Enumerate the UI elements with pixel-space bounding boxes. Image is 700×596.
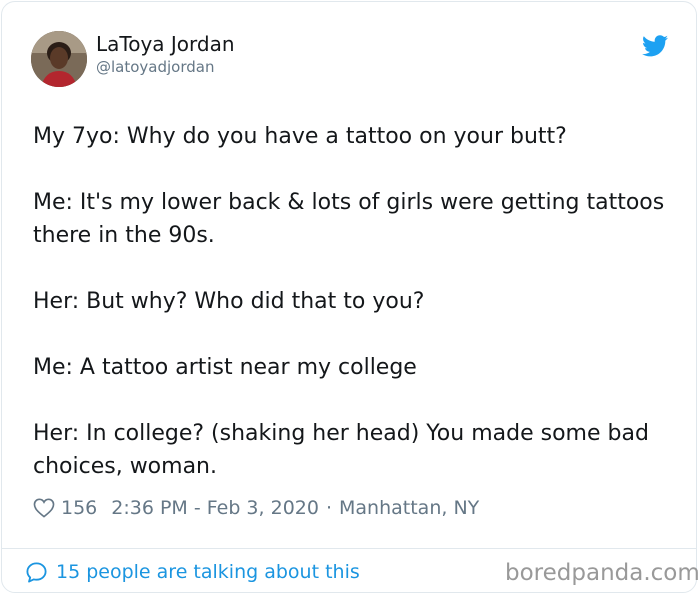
tweet-meta: 156 2:36 PM - Feb 3, 2020 · Manhattan, N… bbox=[33, 494, 479, 522]
avatar-image bbox=[31, 31, 87, 87]
divider bbox=[1, 548, 696, 549]
author-handle[interactable]: @latoyadjordan bbox=[96, 58, 214, 76]
twitter-bird-icon[interactable] bbox=[642, 35, 668, 57]
heart-icon[interactable] bbox=[33, 498, 55, 518]
tweet-paragraph: Me: It's my lower back & lots of girls w… bbox=[33, 190, 665, 248]
watermark: boredpanda.com bbox=[505, 560, 700, 586]
avatar[interactable] bbox=[31, 31, 87, 87]
location[interactable]: Manhattan, NY bbox=[339, 497, 479, 519]
conversation-link[interactable]: 15 people are talking about this bbox=[25, 558, 360, 586]
speech-bubble-icon bbox=[26, 561, 47, 583]
tweet-paragraph: Her: But why? Who did that to you? bbox=[33, 289, 425, 314]
tweet-paragraph: Her: In college? (shaking her head) You … bbox=[33, 421, 649, 479]
meta-separator: · bbox=[325, 497, 333, 519]
conversation-link-label: 15 people are talking about this bbox=[56, 561, 360, 583]
author-name[interactable]: LaToya Jordan bbox=[96, 32, 235, 56]
tweet-paragraph: Me: A tattoo artist near my college bbox=[33, 355, 417, 380]
tweet-paragraph: My 7yo: Why do you have a tattoo on your… bbox=[33, 124, 567, 149]
timestamp[interactable]: 2:36 PM - Feb 3, 2020 bbox=[111, 497, 319, 519]
like-count[interactable]: 156 bbox=[61, 497, 97, 519]
tweet-text: My 7yo: Why do you have a tattoo on your… bbox=[33, 120, 673, 516]
